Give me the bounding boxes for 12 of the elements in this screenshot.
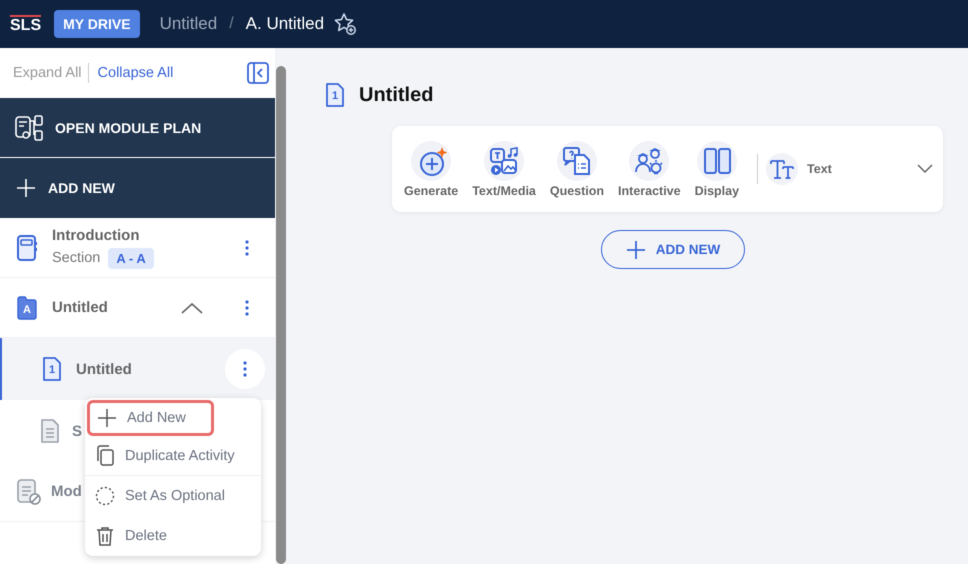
item-badge: A - A — [108, 248, 154, 268]
item-title: S — [72, 422, 82, 440]
page-number: 1 — [332, 90, 338, 102]
item-title: Introduction — [52, 226, 140, 244]
item-type: Section — [52, 250, 100, 266]
item-title: Untitled — [76, 360, 132, 378]
item-title: Mod — [51, 483, 82, 500]
folder-letter: A — [23, 304, 31, 316]
breadcrumb-separator: / — [229, 15, 234, 33]
page-title: Untitled — [359, 84, 434, 106]
item-title: Untitled — [52, 299, 108, 316]
page-number: 1 — [49, 364, 56, 376]
